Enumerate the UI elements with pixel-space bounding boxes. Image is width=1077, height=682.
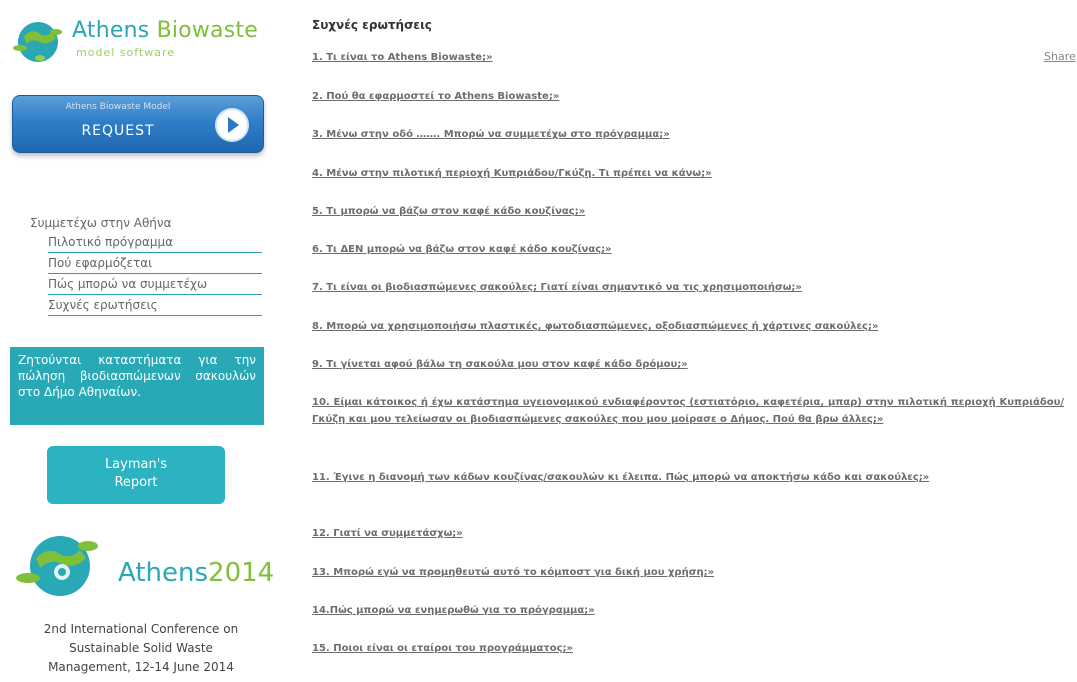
sidebar-nav: Συμμετέχω στην Αθήνα Πιλοτικό πρόγραμμα …	[30, 216, 270, 316]
faq-link[interactable]: 3. Μένω στην οδό ……. Μπορώ να συμμετέχω …	[312, 126, 1064, 143]
conference-line: 2nd International Conference on	[43, 622, 239, 636]
faq-link[interactable]: 6. Τι ΔΕΝ μπορώ να βάζω στον καφέ κάδο κ…	[312, 241, 1064, 258]
faq-link[interactable]: 10. Είμαι κάτοικος ή έχω κατάστημα υγειο…	[312, 394, 1064, 428]
laymans-report-line1: Layman's	[104, 457, 168, 472]
sidebar-item-faq[interactable]: Συχνές ερωτήσεις	[48, 295, 262, 316]
biowaste-globe-icon	[13, 22, 62, 62]
faq-link[interactable]: 5. Τι μπορώ να βάζω στον καφέ κάδο κουζί…	[312, 203, 1064, 220]
sidebar-nav-heading[interactable]: Συμμετέχω στην Αθήνα	[30, 216, 270, 230]
athens2014-logo[interactable]: Athens2014	[10, 528, 275, 598]
faq-link[interactable]: 1. Τι είναι το Athens Biowaste;»	[312, 49, 1064, 66]
conference-line: Management, 12-14 June 2014	[48, 660, 234, 674]
sidebar-item-how-to-participate[interactable]: Πώς μπορώ να συμμετέχω	[48, 274, 262, 295]
faq-link[interactable]: 14.Πώς μπορώ να ενημερωθώ για το πρόγραμ…	[312, 602, 1064, 619]
request-model-button[interactable]: Athens Biowaste Model REQUEST	[12, 95, 264, 153]
logo-tagline: model software	[76, 46, 175, 59]
athens2014-brand-text: Athens2014	[118, 558, 275, 588]
laymans-report-line2: Report	[114, 475, 158, 490]
faq-link[interactable]: 13. Μπορώ εγώ να προμηθευτώ αυτό το κόμπ…	[312, 564, 1064, 581]
conference-line: Sustainable Solid Waste	[69, 641, 213, 655]
athens2014-globe-icon	[16, 536, 98, 596]
faq-link[interactable]: 7. Τι είναι οι βιοδιασπώμενες σακούλες; …	[312, 279, 1064, 296]
faq-link[interactable]: 8. Μπορώ να χρησιμοποιήσω πλαστικές, φωτ…	[312, 318, 1064, 335]
conference-caption: 2nd International Conference on Sustaina…	[10, 620, 272, 677]
play-icon	[215, 108, 249, 142]
faq-link[interactable]: 2. Πού θα εφαρμοστεί το Athens Biowaste;…	[312, 88, 1064, 105]
page-title: Συχνές ερωτήσεις	[312, 18, 432, 32]
faq-link[interactable]: 4. Μένω στην πιλοτική περιοχή Κυπριάδου/…	[312, 165, 1064, 182]
logo-brand-text: Athens Biowaste	[72, 18, 258, 43]
faq-link[interactable]: 12. Γιατί να συμμετάσχω;»	[312, 525, 1064, 542]
request-button-label: REQUEST	[81, 123, 155, 139]
sidebar-item-where-applied[interactable]: Πού εφαρμόζεται	[48, 253, 262, 274]
stores-wanted-notice[interactable]: Ζητούνται καταστήματα για την πώληση βιο…	[10, 347, 264, 425]
sidebar-item-pilot-program[interactable]: Πιλοτικό πρόγραμμα	[48, 232, 262, 253]
faq-link[interactable]: 15. Ποιοι είναι οι εταίροι του προγράμμα…	[312, 640, 1064, 657]
laymans-report-button[interactable]: Layman's Report	[47, 446, 225, 504]
request-button-sublabel: Athens Biowaste Model	[65, 102, 171, 112]
athens-biowaste-logo[interactable]: Athens Biowaste model software	[10, 14, 270, 74]
faq-link[interactable]: 11. Έγινε η διανομή των κάδων κουζίνας/σ…	[312, 469, 1064, 486]
faq-link[interactable]: 9. Τι γίνεται αφού βάλω τη σακούλα μου σ…	[312, 356, 1064, 373]
